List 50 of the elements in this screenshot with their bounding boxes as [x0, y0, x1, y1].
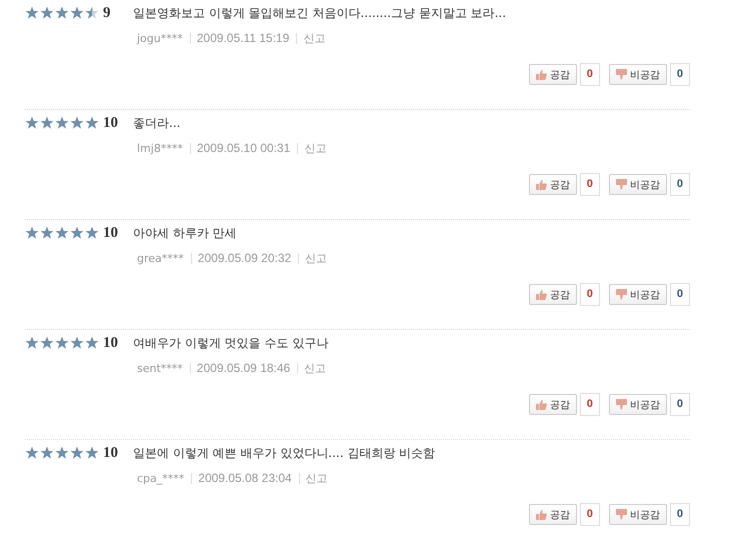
- dislike-count: 0: [670, 283, 690, 306]
- review-text: 여배우가 이렇게 멋있을 수도 있구나: [133, 334, 328, 352]
- dislike-count: 0: [670, 503, 690, 526]
- like-count: 0: [580, 503, 600, 526]
- dislike-button[interactable]: 비공감: [608, 174, 667, 195]
- like-count: 0: [580, 63, 600, 86]
- username: lmj8****: [137, 142, 183, 154]
- review-date: 2009.05.10 00:31: [196, 141, 290, 155]
- score: 9: [102, 4, 112, 22]
- username: sent****: [137, 362, 183, 374]
- thumbs-down-icon: [616, 399, 627, 410]
- score: 10: [102, 224, 119, 242]
- username: grea****: [137, 252, 184, 264]
- dislike-button[interactable]: 비공감: [608, 284, 667, 305]
- score: 10: [102, 114, 119, 132]
- dislike-button[interactable]: 비공감: [608, 504, 667, 525]
- like-button[interactable]: 공감: [528, 64, 577, 85]
- dislike-button[interactable]: 비공감: [608, 64, 667, 85]
- dislike-count: 0: [670, 393, 690, 416]
- review-date: 2009.05.08 23:04: [198, 471, 292, 485]
- review-date: 2009.05.09 20:32: [198, 251, 292, 265]
- like-count: 0: [580, 283, 600, 306]
- review-text: 아야세 하루카 만세: [133, 224, 237, 242]
- thumbs-up-icon: [536, 179, 547, 190]
- thumbs-up-icon: [536, 289, 547, 300]
- dislike-count: 0: [670, 173, 690, 196]
- thumbs-down-icon: [616, 509, 627, 520]
- score: 10: [102, 444, 119, 462]
- review-text: 좋더라...: [133, 114, 180, 132]
- review-date: 2009.05.09 18:46: [196, 361, 290, 375]
- like-button[interactable]: 공감: [528, 284, 577, 305]
- thumbs-up-icon: [536, 509, 547, 520]
- thumbs-up-icon: [536, 69, 547, 80]
- username: jogu****: [137, 32, 183, 44]
- like-button[interactable]: 공감: [528, 174, 577, 195]
- score: 10: [102, 334, 119, 352]
- username: cpa_****: [137, 472, 184, 484]
- thumbs-down-icon: [616, 289, 627, 300]
- like-count: 0: [580, 393, 600, 416]
- review-date: 2009.05.11 15:19: [196, 31, 290, 45]
- thumbs-down-icon: [616, 179, 627, 190]
- thumbs-down-icon: [616, 69, 627, 80]
- review-text: 일본영화보고 이렇게 몰입해보긴 처음이다........그냥 묻지말고 보라...: [133, 4, 506, 22]
- dislike-count: 0: [670, 63, 690, 86]
- review-text: 일본에 이렇게 예쁜 배우가 있었다니.... 김태희랑 비슷함: [133, 444, 436, 462]
- like-count: 0: [580, 173, 600, 196]
- like-button[interactable]: 공감: [528, 504, 577, 525]
- thumbs-up-icon: [536, 399, 547, 410]
- like-button[interactable]: 공감: [528, 394, 577, 415]
- dislike-button[interactable]: 비공감: [608, 394, 667, 415]
